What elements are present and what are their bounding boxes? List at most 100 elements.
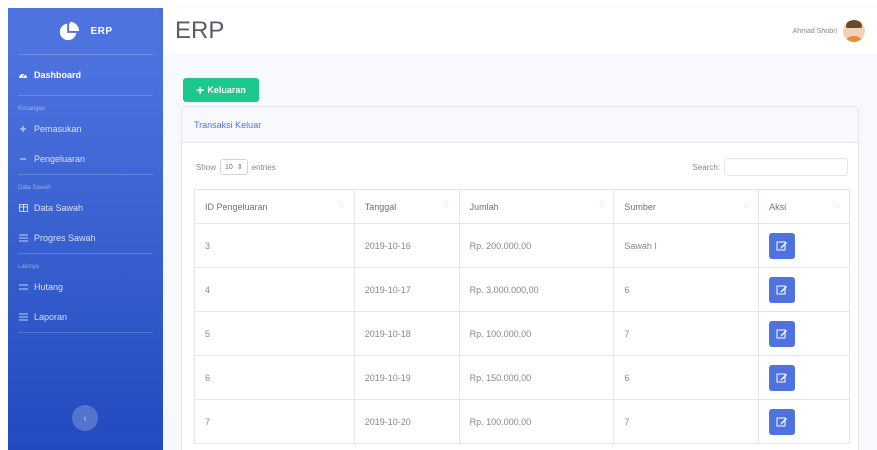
sort-icon: ↑↓ [443,201,450,209]
entries-select-value: 10 [225,163,233,171]
cell-aksi [758,355,850,400]
sidebar-item-laporan[interactable]: Laporan [8,302,163,332]
edit-button[interactable] [769,232,796,259]
cell-jumlah: Rp. 3.000.000,00 [458,267,615,312]
cell-tanggal: 2019-10-19 [353,355,460,400]
edit-button[interactable] [769,276,796,303]
pie-chart-icon [60,21,80,41]
edit-icon [776,241,788,250]
user-name: Ahmad Shobri [792,27,837,35]
show-label: Show [196,162,217,172]
sort-icon: ↑↓ [834,201,840,209]
chevron-left-icon: ‹ [83,413,87,423]
table-header-row: ID Pengeluaran ↑↓ Tanggal ↑↓ Jumlah ↑↓ Sumb… [194,189,850,224]
sidebar-item-label: Pemasukan [34,124,82,134]
sidebar-heading-keuangan: Keuangan [18,106,46,112]
table-icon [18,203,28,213]
edit-icon [776,417,788,426]
column-header-label: Sumber [624,201,656,212]
sidebar-heading-lainnya: Lainnya [18,264,40,270]
sidebar-divider [18,332,153,333]
cell-id: 3 [194,223,355,268]
cell-sumber: 6 [613,355,760,400]
sidebar-item-label: Pengeluaran [34,154,86,164]
search-input[interactable] [724,158,848,176]
cell-sumber: 7 [613,399,760,444]
sidebar-item-pemasukan[interactable]: Pemasukan [8,114,163,144]
cell-tanggal: 2019-10-18 [353,311,460,356]
table-controls: Show 10 ⇕ entries Search: [196,157,848,177]
cell-id: 6 [194,355,355,400]
cell-aksi [758,223,850,268]
column-header-tanggal[interactable]: Tanggal ↑↓ [353,189,460,224]
search-label: Search: [692,162,720,172]
edit-button[interactable] [769,408,796,435]
sidebar-item-label: Hutang [34,282,64,292]
cell-aksi [758,311,850,356]
sidebar-heading-data: Data Sawah [18,185,51,191]
main-content: + Keluaran Transaksi Keluar Show 10 ⇕ en… [163,54,877,450]
cell-jumlah: Rp. 150.000,00 [458,355,615,400]
cell-jumlah: Rp. 100.000,00 [458,399,615,444]
column-header-label: ID Pengeluaran [205,201,268,212]
avatar [843,20,865,42]
table-row: 4 2019-10-17 Rp. 3.000.000,00 6 [194,267,850,312]
cell-id: 4 [194,267,355,312]
cell-jumlah: Rp. 100.000,00 [458,311,615,356]
transaksi-table: ID Pengeluaran ↑↓ Tanggal ↑↓ Jumlah ↑↓ Sumb… [194,189,850,444]
table-row: 3 2019-10-16 Rp. 200.000,00 Sawah I [194,223,850,268]
cell-tanggal: 2019-10-17 [353,267,460,312]
edit-button[interactable] [769,364,796,391]
plus-icon: + [196,82,205,98]
topbar: ERP Ahmad Shobri [163,8,877,54]
edit-icon [776,285,788,294]
list-icon [18,282,28,292]
column-header-jumlah[interactable]: Jumlah ↑↓ [458,189,615,224]
list-icon [18,312,28,322]
card-title: Transaksi Keluar [194,119,262,130]
cell-aksi [758,399,850,444]
entries-length: Show 10 ⇕ entries [196,159,276,175]
sidebar-item-hutang[interactable]: Hutang [8,272,163,302]
column-header-label: Aksi [769,201,787,212]
sort-icon: ↑↓ [338,201,345,209]
tachometer-icon [18,70,28,80]
cell-jumlah: Rp. 200.000,00 [458,223,615,268]
user-menu[interactable]: Ahmad Shobri [793,20,865,42]
column-header-sumber[interactable]: Sumber ↑↓ [613,189,760,224]
edit-button[interactable] [769,320,796,347]
column-header-id[interactable]: ID Pengeluaran ↑↓ [194,189,355,224]
transaksi-card: Transaksi Keluar Show 10 ⇕ entries Searc… [181,106,859,450]
sidebar-item-pengeluaran[interactable]: Pengeluaran [8,144,163,174]
cell-aksi [758,267,850,312]
cell-tanggal: 2019-10-16 [353,223,460,268]
brand-text: ERP [90,25,113,37]
table-search: Search: [692,158,848,176]
entries-label: entries [251,162,276,172]
page-title: ERP [175,17,225,44]
sidebar-brand[interactable]: ERP [8,8,163,54]
table-row: 6 2019-10-19 Rp. 150.000,00 6 [194,355,850,400]
card-header: Transaksi Keluar [182,107,858,143]
cell-tanggal: 2019-10-20 [353,399,460,444]
cell-sumber: 7 [613,311,760,356]
sidebar: ERP Dashboard Keuangan Pemasukan Pengelu… [8,8,163,450]
sidebar-item-data-sawah[interactable]: Data Sawah [8,193,163,223]
table-row: 5 2019-10-18 Rp. 100.000,00 7 [194,311,850,356]
sort-icon: ↑↓ [598,201,604,209]
column-header-aksi[interactable]: Aksi ↑↓ [758,189,850,224]
edit-icon [776,329,788,338]
sidebar-toggle-button[interactable]: ‹ [72,405,98,431]
keluaran-button[interactable]: + Keluaran [183,78,259,102]
sidebar-item-label: Laporan [34,312,68,322]
edit-icon [776,373,788,382]
sidebar-item-label: Dashboard [34,70,82,80]
keluaran-button-label: Keluaran [207,85,246,95]
sidebar-item-label: Data Sawah [34,203,84,213]
sidebar-item-dashboard[interactable]: Dashboard [8,55,163,95]
cell-id: 7 [194,399,355,444]
sidebar-item-progres-sawah[interactable]: Progres Sawah [8,223,163,253]
arrow-icon [18,154,28,164]
entries-select[interactable]: 10 ⇕ [220,159,248,175]
column-header-label: Tanggal [364,201,397,212]
